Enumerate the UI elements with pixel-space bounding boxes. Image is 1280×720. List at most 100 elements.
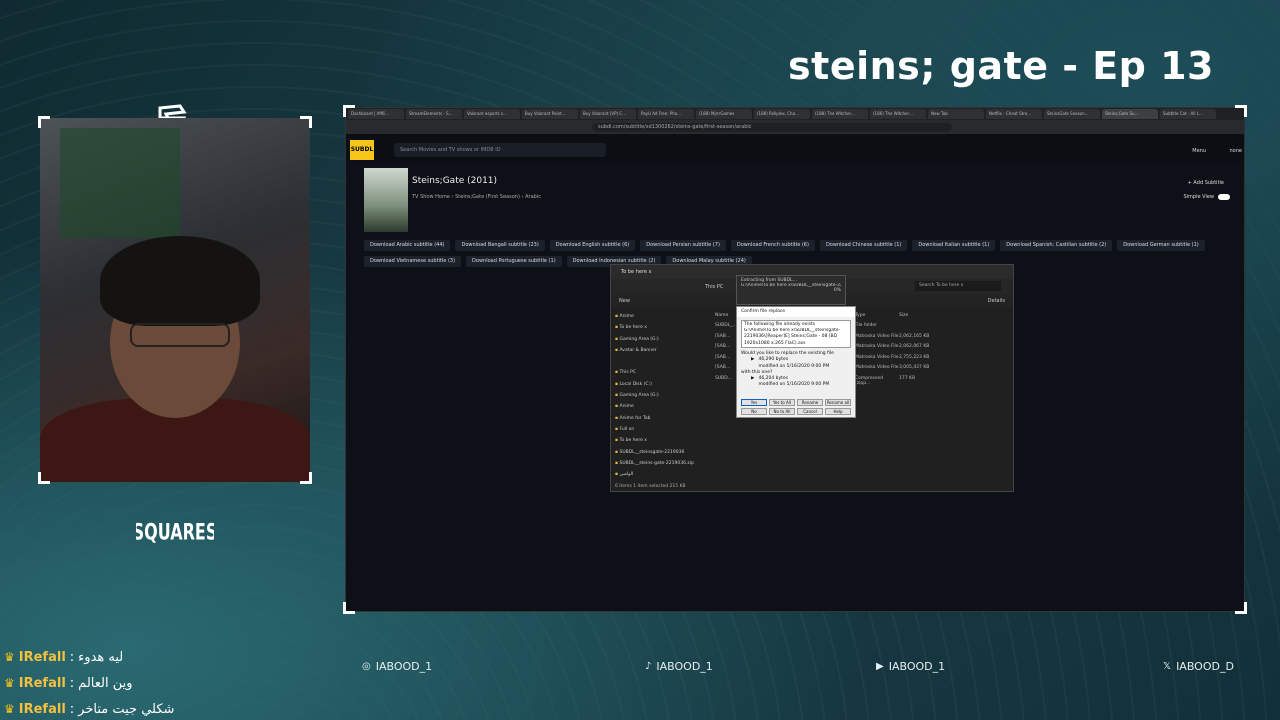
tiktok-icon: ♪ [645, 661, 652, 672]
download-subtitle-button[interactable]: Download Italian subtitle (1) [912, 240, 996, 251]
no-button[interactable]: No [741, 408, 767, 415]
column-type[interactable]: Type [855, 313, 899, 323]
file-type: Matroska Video File [855, 354, 899, 360]
url-field[interactable]: subdl.com/subtitle/sd1300262/steins-gate… [592, 122, 952, 132]
browser-tab[interactable]: StreamElements - S… [406, 109, 462, 119]
breadcrumb-item[interactable]: Steins;Gate (First Season) [455, 194, 520, 200]
screen-corner-br [1235, 602, 1247, 614]
download-subtitle-button[interactable]: Download Spanish; Castilian subtitle (2) [1000, 240, 1113, 251]
sidebar-item[interactable]: ▪ Gaming Area (G:) [615, 390, 701, 401]
squares-brand-logo: SQUARES [136, 519, 214, 545]
screen-corner-tl [343, 105, 355, 117]
sidebar-item[interactable]: ▪ Full on [615, 424, 701, 435]
new-button[interactable]: New [619, 298, 630, 304]
sidebar-item-label: Avatar & Banner [619, 347, 657, 353]
sidebar-item-label: Full on [619, 426, 635, 432]
browser-tab[interactable]: Buy Valorant Point… [522, 109, 578, 119]
sidebar-item-label: SUBDL__steins-gate-2219036.zip [619, 460, 694, 466]
crown-icon: ♛ [4, 702, 15, 716]
yes-to-all-button[interactable]: Yes to All [769, 399, 795, 406]
sidebar-item[interactable]: ▪ Avatar & Banner [615, 345, 701, 356]
chat-username[interactable]: IRefall [19, 676, 66, 691]
chat-username[interactable]: IRefall [19, 650, 66, 665]
sidebar-item[interactable]: ▪ Anime [615, 401, 701, 412]
browser-tab[interactable]: SteinsGate Season… [1044, 109, 1100, 119]
dialog-title: Confirm file replace [737, 307, 855, 317]
sidebar-item-label: Gaming Area (G:) [619, 336, 659, 342]
existing-modified: modified on 5/16/2020 9:00 PM [758, 363, 830, 369]
help-button[interactable]: Help [825, 408, 851, 415]
sidebar-item[interactable]: ▪ Local Disk (C:) [615, 379, 701, 390]
download-subtitle-button[interactable]: Download Arabic subtitle (44) [364, 240, 451, 251]
download-subtitle-button[interactable]: Download Bengali subtitle (23) [455, 240, 545, 251]
browser-tab[interactable]: New Tab [928, 109, 984, 119]
social-handle: IABOOD_1 [656, 660, 713, 673]
rename-all-button[interactable]: Rename all [825, 399, 851, 406]
no-to-all-button[interactable]: No to All [769, 408, 795, 415]
browser-tab[interactable]: (186) The Witcher… [870, 109, 926, 119]
user-button[interactable]: none [1230, 148, 1242, 154]
chat-message: ♛ IRefall: ليه هدوء [4, 644, 184, 670]
details-button[interactable]: Details [988, 295, 1005, 307]
add-subtitle-button[interactable]: + Add Subtitle [1188, 180, 1224, 186]
download-subtitle-button[interactable]: Download English subtitle (6) [549, 240, 636, 251]
stream-title: steins; gate - Ep 13 [788, 44, 1214, 88]
rename-button[interactable]: Rename [797, 399, 823, 406]
chat-separator: : [69, 675, 75, 691]
sidebar-item[interactable]: ▪ Anime [615, 311, 701, 322]
sidebar-item-label: Local Disk (C:) [619, 381, 652, 387]
simple-view-toggle[interactable] [1218, 194, 1230, 200]
file-size: 3,005,437 KB [899, 365, 930, 370]
file-size: 2,062,067 KB [899, 344, 930, 349]
sidebar-item[interactable]: ▪ To be here x [615, 435, 701, 446]
browser-tab[interactable]: Netflix - Cheat Stre… [986, 109, 1042, 119]
subdl-logo[interactable]: SUBDL [350, 140, 374, 160]
sidebar-item[interactable]: ▪ Gaming Area (G:) [615, 334, 701, 345]
streamer-hair [100, 236, 260, 326]
browser-tab[interactable]: Valorant esports s… [464, 109, 520, 119]
video-file-icon: ▶ [751, 376, 755, 382]
breadcrumb-item[interactable]: Arabic [525, 194, 541, 200]
column-size[interactable]: Size [899, 313, 939, 323]
sidebar-item[interactable]: ▪ Anime for Tab [615, 413, 701, 424]
social-tiktok: ♪ IABOOD_1 [645, 660, 713, 673]
crown-icon: ♛ [4, 650, 15, 664]
sidebar-item[interactable]: ▪ الواشي [615, 469, 701, 480]
browser-tab[interactable]: Dashboard | Affili… [348, 109, 404, 119]
browser-tab[interactable]: Buy Valorant (VP) C… [580, 109, 636, 119]
browser-tab[interactable]: (188) MjrrrGames [696, 109, 752, 119]
simple-view-label: Simple View [1183, 194, 1214, 200]
file-type: File folder [855, 323, 878, 328]
download-subtitle-button[interactable]: Download Chinese subtitle (1) [819, 240, 908, 251]
download-subtitle-button[interactable]: Download German subtitle (1) [1117, 240, 1205, 251]
sidebar-item[interactable]: ▪ This PC [615, 367, 701, 378]
explorer-search-input[interactable]: Search To be here x [915, 281, 1001, 291]
download-subtitle-button[interactable]: Download Persian subtitle (7) [640, 240, 726, 251]
sidebar-item-label: Anime [619, 314, 634, 319]
webcam-feed [40, 118, 310, 482]
breadcrumb-item[interactable]: TV Show Home [412, 194, 450, 200]
sidebar-item[interactable]: ▪ SUBDL__steins-gate-2219036.zip [615, 458, 701, 469]
browser-tab[interactable]: PayU Ad Free: Pha… [638, 109, 694, 119]
sidebar-item[interactable] [615, 356, 701, 367]
browser-address-bar: subdl.com/subtitle/sd1300262/steins-gate… [346, 120, 1244, 134]
x-icon: 𝕏 [1163, 661, 1172, 672]
download-subtitle-button[interactable]: Download Portuguese subtitle (1) [466, 256, 562, 267]
menu-button[interactable]: Menu [1192, 148, 1206, 154]
yes-button[interactable]: Yes [741, 399, 767, 406]
sidebar-item[interactable]: ▪ SUBDL__steinsgate-2219036 [615, 447, 701, 458]
sidebar-item-label: This PC [619, 370, 636, 376]
sidebar-item[interactable]: ▪ To be here x [615, 322, 701, 333]
show-poster[interactable] [364, 168, 408, 232]
chat-username[interactable]: IRefall [19, 702, 66, 717]
browser-tab[interactable]: (188) The Witcher… [812, 109, 868, 119]
browser-tab[interactable]: Subtitle Cat - All L… [1160, 109, 1216, 119]
download-subtitle-button[interactable]: Download French subtitle (6) [730, 240, 815, 251]
cancel-button[interactable]: Cancel [797, 408, 823, 415]
browser-tab[interactable]: (188) Rollplex, Cha… [754, 109, 810, 119]
site-search-input[interactable]: Search Movies and TV shows or IMDB ID [394, 143, 606, 157]
breadcrumb: TV Show Home › Steins;Gate (First Season… [412, 194, 541, 200]
browser-tab[interactable]: Steins;Gate Su… [1102, 109, 1158, 119]
download-subtitle-button[interactable]: Download Vietnamese subtitle (3) [364, 256, 462, 267]
chat-separator: : [69, 649, 75, 665]
